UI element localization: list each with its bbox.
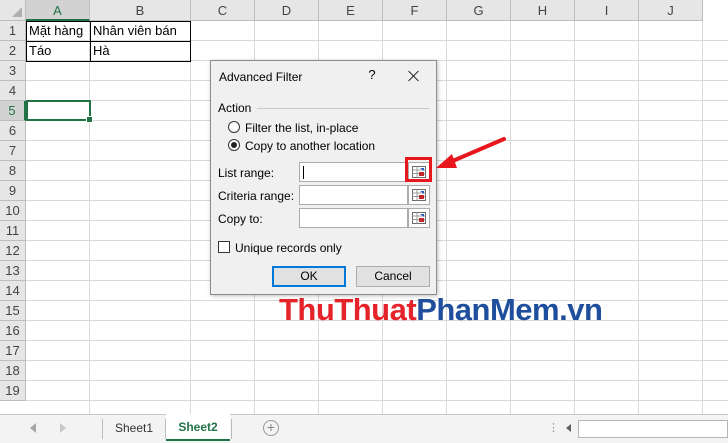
column-header-h[interactable]: H — [511, 0, 575, 21]
text-caret — [303, 166, 304, 179]
add-sheet-icon[interactable]: + — [263, 420, 279, 436]
row-header-9[interactable]: 9 — [0, 181, 26, 201]
advanced-filter-dialog: Advanced Filter ? Action Filter the list… — [210, 60, 437, 295]
column-header-j[interactable]: J — [639, 0, 703, 21]
row-header-6[interactable]: 6 — [0, 121, 26, 141]
radio-label-filter-in-place: Filter the list, in-place — [245, 121, 359, 135]
radio-label-copy-to-location: Copy to another location — [245, 139, 376, 153]
row-gridline — [26, 360, 728, 361]
column-header-e[interactable]: E — [319, 0, 383, 21]
column-header-f[interactable]: F — [383, 0, 447, 21]
watermark-logo: ThuThuatPhanMem.vn — [279, 292, 603, 327]
cell-a2[interactable]: Táo — [26, 41, 90, 61]
row-header-7[interactable]: 7 — [0, 141, 26, 161]
row-header-11[interactable]: 11 — [0, 221, 26, 241]
tab-split-handle[interactable]: ⋮ — [548, 420, 559, 436]
criteria-range-input[interactable] — [299, 185, 408, 205]
horizontal-scrollbar[interactable] — [566, 420, 728, 438]
row-header-2[interactable]: 2 — [0, 41, 26, 61]
tab-sheet1[interactable]: Sheet1 — [103, 415, 165, 441]
help-button[interactable]: ? — [364, 67, 380, 82]
cell-a1[interactable]: Mặt hàng — [26, 21, 90, 41]
row-header-14[interactable]: 14 — [0, 281, 26, 301]
criteria-range-label: Criteria range: — [218, 189, 295, 203]
annotation-arrow-icon — [436, 137, 506, 168]
range-selector-icon — [412, 189, 426, 201]
row-header-4[interactable]: 4 — [0, 81, 26, 101]
tab-separator — [231, 419, 232, 439]
action-group-divider — [257, 108, 429, 109]
column-header-g[interactable]: G — [447, 0, 511, 21]
list-range-input[interactable] — [299, 162, 408, 182]
row-header-17[interactable]: 17 — [0, 341, 26, 361]
column-header-a[interactable]: A — [26, 0, 90, 21]
column-gridline — [638, 21, 639, 414]
radio-button-selected[interactable] — [228, 139, 240, 151]
criteria-range-collapse-button[interactable] — [408, 185, 430, 205]
column-header-d[interactable]: D — [255, 0, 319, 21]
annotation-highlight-box — [405, 157, 432, 182]
scroll-left-icon[interactable] — [566, 424, 571, 432]
row-header-18[interactable]: 18 — [0, 361, 26, 381]
column-gridline — [574, 21, 575, 414]
scrollbar-thumb[interactable] — [578, 420, 728, 438]
tab-sheet2[interactable]: Sheet2 — [166, 414, 230, 441]
active-cell-a5[interactable] — [26, 100, 93, 123]
column-header-c[interactable]: C — [191, 0, 255, 21]
row-header-12[interactable]: 12 — [0, 241, 26, 261]
row-header-8[interactable]: 8 — [0, 161, 26, 181]
cell-b1[interactable]: Nhân viên bán — [90, 21, 191, 41]
row-header-3[interactable]: 3 — [0, 61, 26, 81]
row-header-19[interactable]: 19 — [0, 381, 26, 401]
row-header-16[interactable]: 16 — [0, 321, 26, 341]
unique-records-label: Unique records only — [235, 241, 342, 255]
list-range-label: List range: — [218, 166, 275, 180]
cancel-button[interactable]: Cancel — [356, 266, 430, 287]
range-selector-icon — [412, 212, 426, 224]
row-header-1[interactable]: 1 — [0, 21, 26, 41]
column-gridline — [702, 21, 703, 414]
column-header-i[interactable]: I — [575, 0, 639, 21]
scroll-tabs-right-icon[interactable] — [60, 423, 66, 433]
row-gridline — [26, 400, 728, 401]
row-header-15[interactable]: 15 — [0, 301, 26, 321]
row-header-13[interactable]: 13 — [0, 261, 26, 281]
unique-records-checkbox[interactable] — [218, 241, 230, 253]
close-icon[interactable] — [403, 65, 425, 87]
row-header-5[interactable]: 5 — [0, 101, 26, 121]
column-gridline — [510, 21, 511, 414]
column-gridline — [89, 21, 90, 414]
column-header-b[interactable]: B — [90, 0, 191, 21]
copy-to-label: Copy to: — [218, 212, 263, 226]
cell-b2[interactable]: Hà — [90, 41, 191, 61]
row-gridline — [26, 340, 728, 341]
copy-to-collapse-button[interactable] — [408, 208, 430, 228]
sheet-tab-bar: Sheet1 Sheet2 + ⋮ — [0, 414, 728, 443]
column-gridline — [446, 21, 447, 414]
scroll-tabs-left-icon[interactable] — [30, 423, 36, 433]
column-gridline — [190, 21, 191, 414]
dialog-title: Advanced Filter — [219, 70, 303, 84]
select-all-corner[interactable] — [0, 0, 26, 21]
radio-button-unselected[interactable] — [228, 121, 240, 133]
row-gridline — [26, 380, 728, 381]
ok-button[interactable]: OK — [272, 266, 346, 287]
row-header-10[interactable]: 10 — [0, 201, 26, 221]
copy-to-input[interactable] — [299, 208, 408, 228]
action-group-label: Action — [218, 101, 252, 115]
